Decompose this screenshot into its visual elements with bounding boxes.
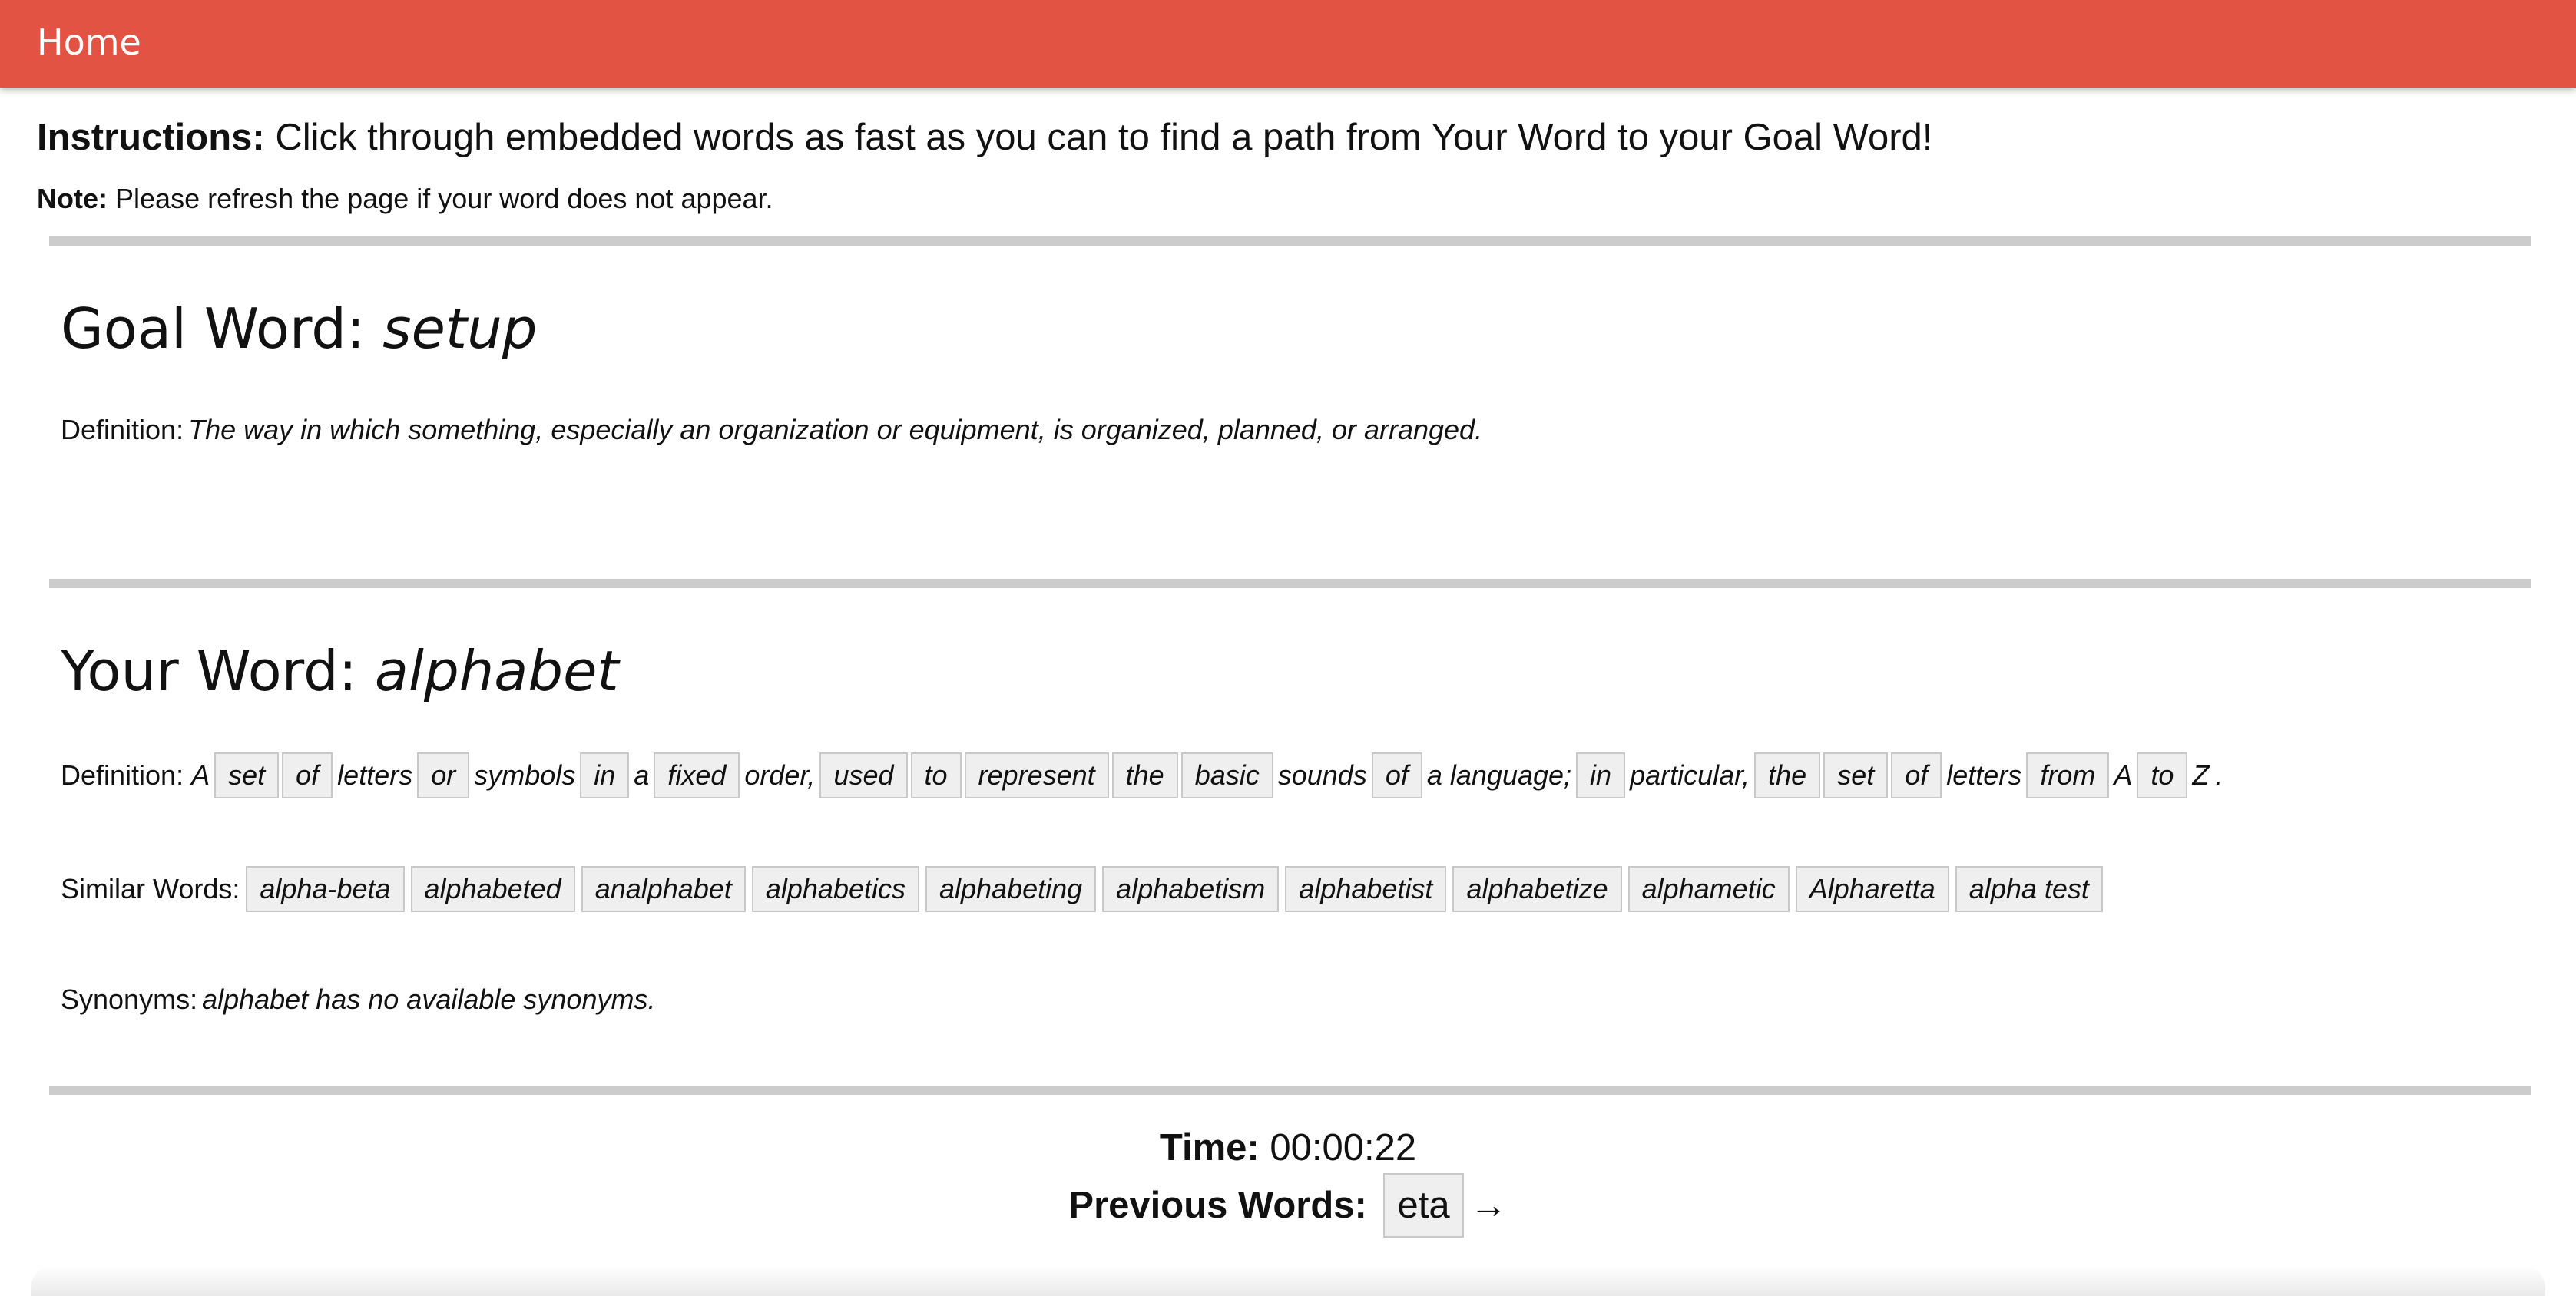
synonyms-row: Synonyms: alphabet has no available syno… (61, 977, 655, 1023)
note-label: Note: (37, 183, 108, 214)
definition-word: Z (2192, 759, 2210, 791)
definition-word-link[interactable]: or (417, 752, 470, 798)
goal-definition-label: Definition: (61, 414, 184, 445)
goal-word: setup (382, 296, 538, 361)
definition-word: A (191, 759, 210, 791)
divider (49, 236, 2531, 246)
definition-word: letters (337, 759, 413, 791)
definition-word: particular, (1630, 759, 1750, 791)
definition-word: a language; (1426, 759, 1572, 791)
definition-word-link[interactable]: to (2137, 752, 2188, 798)
previous-words-list: eta → (1377, 1173, 1508, 1238)
definition-word-link[interactable]: of (1891, 752, 1942, 798)
note-text: Please refresh the page if your word doe… (115, 183, 773, 214)
note: Note: Please refresh the page if your wo… (37, 180, 773, 218)
definition-word: sounds (1277, 759, 1367, 791)
similar-word-link[interactable]: alphabetist (1285, 866, 1447, 912)
instructions-text: Click through embedded words as fast as … (275, 117, 1933, 158)
divider (49, 1086, 2531, 1095)
instructions-label: Instructions: (37, 117, 265, 158)
your-word: alphabet (374, 639, 619, 703)
goal-word-heading: Goal Word: setup (61, 292, 537, 365)
definition-word-link[interactable]: the (1754, 752, 1821, 798)
similar-word-link[interactable]: alphametic (1627, 866, 1790, 912)
definition-word-link[interactable]: the (1111, 752, 1178, 798)
previous-words: Previous Words: eta → (0, 1173, 2576, 1238)
definition-word: A (2114, 759, 2133, 791)
goal-word-label: Goal Word: (61, 296, 366, 361)
definition-word-link[interactable]: fixed (654, 752, 740, 798)
time-label: Time: (1159, 1127, 1260, 1169)
divider (49, 579, 2531, 588)
similar-word-link[interactable]: alphabeted (410, 866, 575, 912)
similar-word-link[interactable]: alpha-beta (246, 866, 405, 912)
definition-word-link[interactable]: used (819, 752, 908, 798)
top-navbar: Home (0, 0, 2576, 88)
similar-word-link[interactable]: alphabetism (1102, 866, 1280, 912)
definition-word-link[interactable]: represent (964, 752, 1109, 798)
similar-words-label: Similar Words: (61, 873, 240, 904)
definition-word-link[interactable]: of (1371, 752, 1422, 798)
previous-words-label: Previous Words: (1068, 1185, 1367, 1226)
bottom-panel-edge (31, 1265, 2545, 1296)
home-link[interactable]: Home (37, 17, 141, 68)
definition-word: letters (1946, 759, 2022, 791)
definition-word-link[interactable]: to (910, 752, 962, 798)
similar-word-link[interactable]: alphabeting (925, 866, 1097, 912)
timer: Time: 00:00:22 (0, 1122, 2576, 1173)
similar-word-link[interactable]: alpha test (1955, 866, 2103, 912)
similar-words-row: Similar Words: alpha-beta alphabeted analp… (61, 866, 2109, 912)
definition-word: a (634, 759, 650, 791)
your-word-definition-label: Definition: (61, 759, 184, 791)
definition-word-link[interactable]: from (2026, 752, 2110, 798)
definition-word-link[interactable]: basic (1180, 752, 1273, 798)
goal-definition: Definition: The way in which something, … (61, 407, 1482, 453)
definition-word-link[interactable]: set (1823, 752, 1889, 798)
your-word-heading: Your Word: alphabet (61, 634, 619, 708)
definition-word: symbols (474, 759, 576, 791)
instructions: Instructions: Click through embedded wor… (37, 112, 1932, 163)
synonyms-text: alphabet has no available synonyms. (202, 984, 656, 1015)
time-value: 00:00:22 (1270, 1127, 1417, 1169)
definition-word-link[interactable]: set (214, 752, 280, 798)
definition-word-link[interactable]: in (580, 752, 630, 798)
similar-word-link[interactable]: Alpharetta (1795, 866, 1949, 912)
goal-definition-text: The way in which something, especially a… (188, 414, 1483, 445)
similar-word-link[interactable]: analphabet (581, 866, 746, 912)
similar-word-link[interactable]: alphabetics (751, 866, 919, 912)
similar-words-list: alpha-beta alphabeted analphabet alphabetic… (246, 866, 2109, 912)
arrow-right-icon: → (1469, 1185, 1508, 1226)
your-word-definition: Definition: Aset of letters or symbols in a fix… (61, 752, 2226, 798)
definition-word-link[interactable]: in (1576, 752, 1626, 798)
definition-word: order, (744, 759, 816, 791)
definition-word: . (2215, 759, 2223, 791)
synonyms-label: Synonyms: (61, 984, 198, 1015)
your-word-label: Your Word: (61, 639, 357, 703)
similar-word-link[interactable]: alphabetize (1452, 866, 1622, 912)
definition-tokens: Aset of letters or symbols in a fixed order, used… (188, 752, 2226, 798)
previous-word-link[interactable]: eta (1383, 1173, 1464, 1238)
definition-word-link[interactable]: of (282, 752, 333, 798)
